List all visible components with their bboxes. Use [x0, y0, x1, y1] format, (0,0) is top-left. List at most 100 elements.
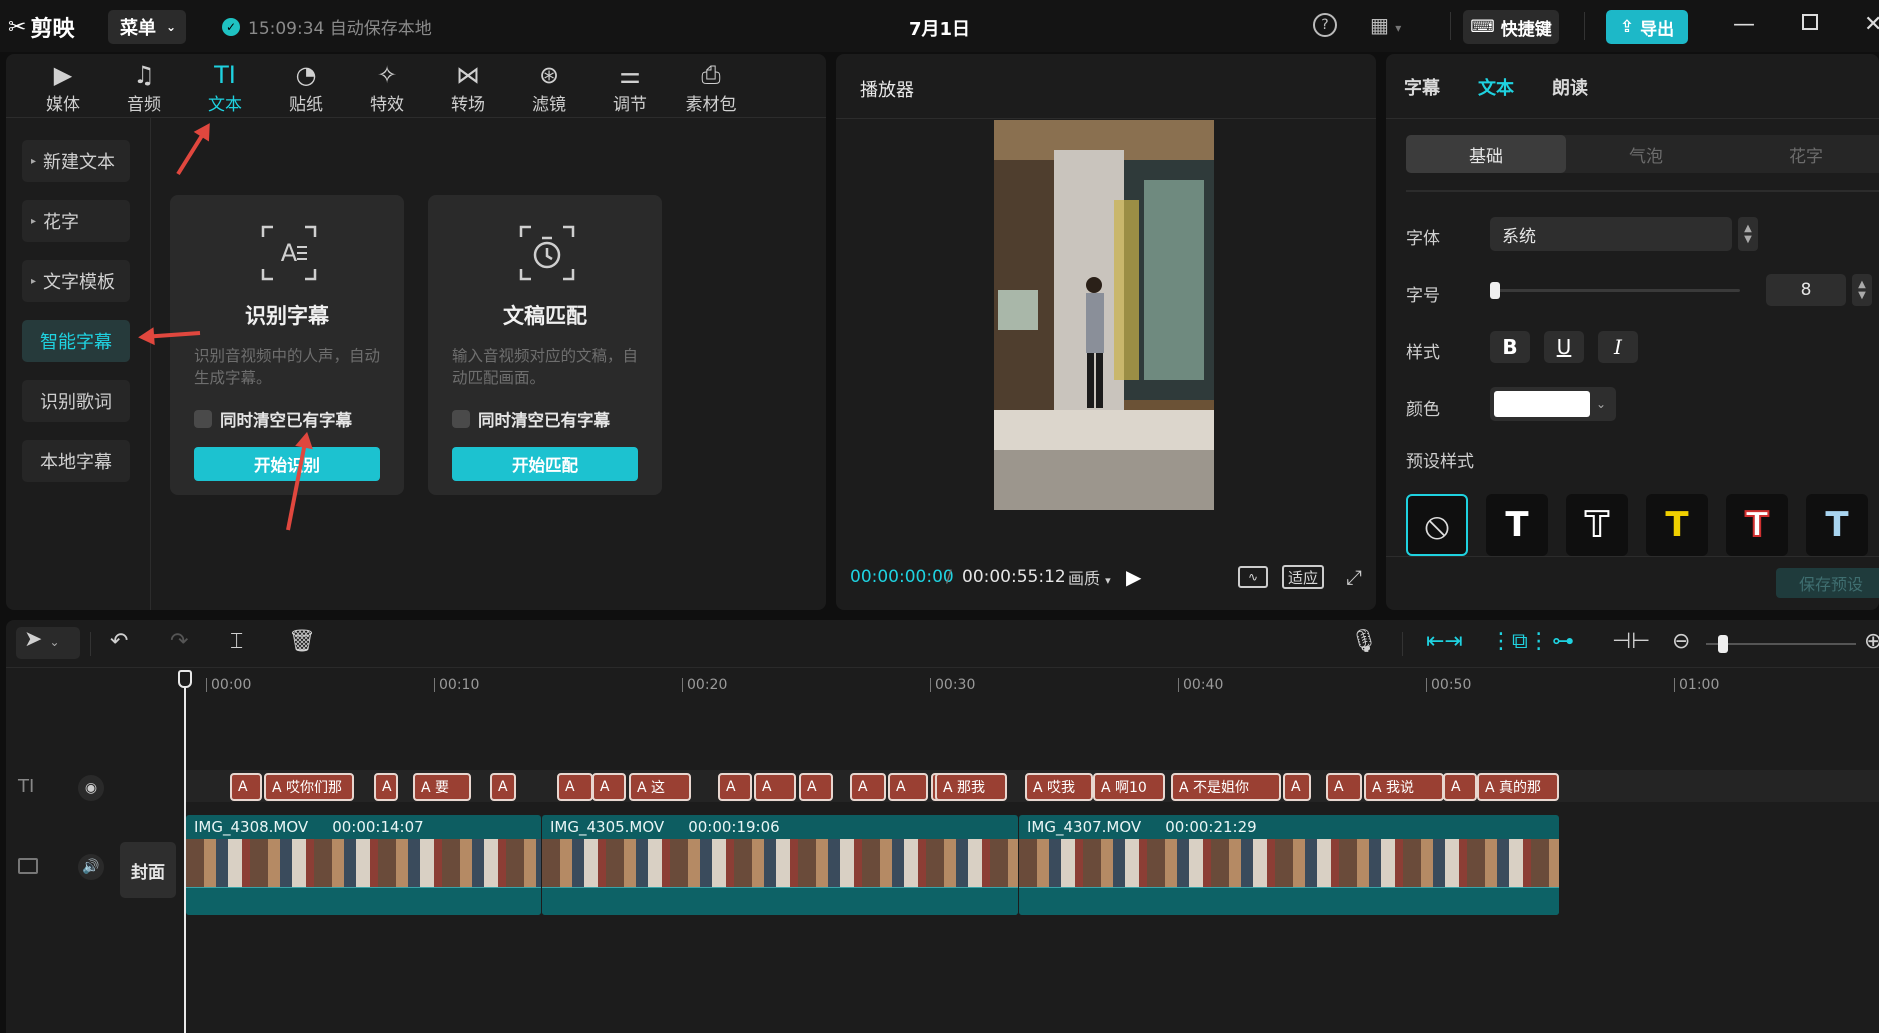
help-icon[interactable]: ?	[1313, 13, 1337, 37]
text-clip[interactable]: A 那我	[935, 773, 1007, 801]
zoom-slider-track[interactable]	[1706, 643, 1856, 645]
waveform-icon[interactable]: ∿	[1238, 566, 1268, 588]
text-clip[interactable]: A 真的那	[1477, 773, 1559, 801]
tab-media[interactable]: ▶ 媒体	[28, 60, 98, 115]
size-stepper[interactable]: ▲ ▼	[1852, 274, 1872, 306]
fullscreen-icon[interactable]: ⤢	[1346, 565, 1362, 589]
color-picker[interactable]: ⌄	[1490, 387, 1616, 421]
text-clip[interactable]: A	[850, 773, 886, 801]
fit-ratio-button[interactable]: 适应	[1282, 565, 1325, 589]
microphone-icon[interactable]: 🎙	[1350, 629, 1378, 654]
zoom-in-icon[interactable]: ⊕	[1864, 629, 1879, 654]
text-clip[interactable]: A 哎我	[1025, 773, 1093, 801]
font-select[interactable]: 系统	[1490, 217, 1732, 251]
tab-effects[interactable]: ✧ 特效	[352, 60, 422, 115]
tab-adjust[interactable]: ⚌ 调节	[595, 60, 665, 115]
preset-outline[interactable]: T	[1566, 494, 1628, 556]
text-clip[interactable]: A	[1326, 773, 1362, 801]
auto-snap-icon[interactable]: ⋮⧉⋮	[1490, 629, 1550, 654]
eye-icon[interactable]: ◉	[78, 775, 104, 801]
text-clip[interactable]: A	[1283, 773, 1311, 801]
size-input[interactable]: 8	[1766, 274, 1846, 306]
tab-package[interactable]: ⎙ 素材包	[676, 60, 746, 115]
start-recognize-button[interactable]: 开始识别	[194, 447, 380, 481]
preset-none[interactable]: ⦸	[1406, 494, 1468, 556]
nav-lyrics[interactable]: 识别歌词	[22, 380, 130, 422]
layout-icon[interactable]: ▦ ▾	[1370, 13, 1401, 37]
underline-button[interactable]: U	[1544, 331, 1584, 363]
clear-existing-checkbox[interactable]: 同时清空已有字幕	[194, 407, 352, 431]
main-track-magnet-icon[interactable]: ⇤⇥	[1426, 629, 1463, 654]
nav-local-caption[interactable]: 本地字幕	[22, 440, 130, 482]
text-clip[interactable]: A	[888, 773, 928, 801]
video-clip[interactable]: IMG_4305.MOV 00:00:19:06	[542, 815, 1018, 915]
text-clip[interactable]: A 我说	[1364, 773, 1444, 801]
redo-icon[interactable]: ↷	[170, 629, 188, 654]
size-slider-track[interactable]	[1490, 289, 1740, 292]
subtab-basic[interactable]: 基础	[1406, 135, 1566, 173]
text-clip[interactable]: A	[592, 773, 626, 801]
minimize-icon[interactable]: —	[1733, 12, 1755, 37]
maximize-icon[interactable]	[1802, 14, 1818, 30]
text-clip[interactable]: A	[557, 773, 593, 801]
text-clip[interactable]: A	[799, 773, 833, 801]
tab-text[interactable]: TI 文本	[190, 60, 260, 115]
preview-axis-icon[interactable]: ⊣⊢	[1612, 629, 1650, 654]
nav-text-template[interactable]: ▸ 文字模板	[22, 260, 130, 302]
playhead[interactable]	[184, 670, 186, 1033]
undo-icon[interactable]: ↶	[110, 629, 128, 654]
select-tool[interactable]: ➤ ⌄	[16, 627, 80, 659]
time-ruler[interactable]: 00:00 00:10 00:20 00:30 00:40 00:50 01:0…	[6, 668, 1879, 708]
save-preset-button[interactable]: 保存预设	[1776, 568, 1879, 598]
text-clip[interactable]: A 要	[413, 773, 471, 801]
play-icon[interactable]: ▶	[1126, 565, 1141, 589]
export-button[interactable]: ⇪ 导出	[1606, 10, 1688, 44]
text-clip[interactable]: A	[1443, 773, 1477, 801]
cover-button[interactable]: 封面	[120, 842, 176, 898]
link-icon[interactable]: ⊶	[1552, 629, 1574, 654]
italic-button[interactable]: I	[1598, 331, 1638, 363]
text-clip[interactable]: A 不是姐你	[1171, 773, 1281, 801]
nav-fancy-text[interactable]: ▸ 花字	[22, 200, 130, 242]
font-stepper[interactable]: ▲ ▼	[1738, 217, 1758, 251]
preset-white[interactable]: T	[1486, 494, 1548, 556]
tab-sticker[interactable]: ◔ 贴纸	[271, 60, 341, 115]
preset-light-blue[interactable]: T	[1806, 494, 1868, 556]
text-clip[interactable]: A	[718, 773, 752, 801]
text-clip[interactable]: A 这	[629, 773, 691, 801]
zoom-slider-thumb[interactable]	[1718, 635, 1728, 653]
tab-filter[interactable]: ⊛ 滤镜	[514, 60, 584, 115]
video-clip[interactable]: IMG_4307.MOV 00:00:21:29	[1019, 815, 1559, 915]
zoom-out-icon[interactable]: ⊖	[1672, 629, 1690, 654]
video-clip[interactable]: IMG_4308.MOV 00:00:14:07	[186, 815, 541, 915]
tab-subtitle[interactable]: 字幕	[1404, 74, 1440, 100]
start-match-button[interactable]: 开始匹配	[452, 447, 638, 481]
text-clip[interactable]: A	[374, 773, 398, 801]
tab-text[interactable]: 文本	[1478, 74, 1514, 100]
size-slider-thumb[interactable]	[1490, 282, 1500, 299]
nav-new-text[interactable]: ▸ 新建文本	[22, 140, 130, 182]
playhead-handle[interactable]	[178, 670, 192, 688]
text-clip[interactable]: A	[490, 773, 516, 801]
quality-dropdown[interactable]: 画质 ▾	[1068, 565, 1111, 589]
shortcut-button[interactable]: ⌨ 快捷键	[1463, 10, 1559, 44]
preset-red-outline[interactable]: T	[1726, 494, 1788, 556]
text-clip[interactable]: A 哎你们那	[264, 773, 354, 801]
delete-icon[interactable]: 🗑	[288, 629, 316, 654]
menu-button[interactable]: 菜单 ⌄	[108, 10, 186, 44]
subtab-bubble[interactable]: 气泡	[1566, 135, 1726, 173]
video-preview[interactable]	[994, 120, 1214, 510]
nav-smart-caption[interactable]: 智能字幕	[22, 320, 130, 362]
split-icon[interactable]: ⌶	[230, 629, 243, 654]
speaker-icon[interactable]: 🔊	[78, 854, 104, 880]
tab-read-aloud[interactable]: 朗读	[1552, 74, 1588, 100]
preset-yellow[interactable]: T	[1646, 494, 1708, 556]
clear-existing-checkbox[interactable]: 同时清空已有字幕	[452, 407, 610, 431]
text-clip[interactable]: A	[754, 773, 796, 801]
bold-button[interactable]: B	[1490, 331, 1530, 363]
tab-audio[interactable]: ♫ 音频	[109, 60, 179, 115]
text-clip[interactable]: A	[230, 773, 262, 801]
close-icon[interactable]: ✕	[1864, 12, 1879, 37]
tab-transition[interactable]: ⋈ 转场	[433, 60, 503, 115]
subtab-fancy[interactable]: 花字	[1726, 135, 1879, 173]
